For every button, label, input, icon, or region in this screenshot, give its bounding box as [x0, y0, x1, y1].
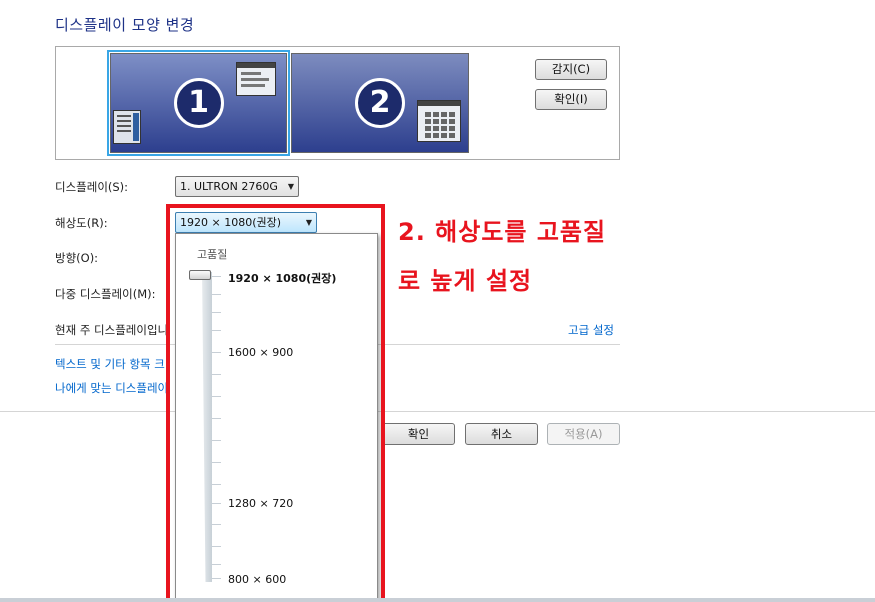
mini-grid-window-icon [417, 100, 461, 142]
annotation-text-line2: 로 높게 설정 [398, 267, 533, 295]
orientation-label: 방향(O): [55, 251, 99, 265]
mini-taskbar-icon [113, 110, 141, 144]
footer-divider [0, 411, 875, 412]
annotation-highlight-box [166, 204, 385, 602]
multiple-displays-label: 다중 디스플레이(M): [55, 287, 156, 301]
monitor-number-1: 1 [173, 78, 224, 128]
cancel-button[interactable]: 취소 [465, 423, 538, 445]
annotation-text-line1: 2. 해상도를 고품질 [398, 218, 607, 246]
monitor-1[interactable]: 1 [107, 50, 290, 156]
monitor-number-2: 2 [355, 78, 405, 128]
identify-button[interactable]: 확인(I) [535, 89, 607, 110]
which-display-link[interactable]: 나에게 맞는 디스플레이 [55, 380, 168, 396]
display-select-value: 1. ULTRON 2760G [180, 180, 278, 193]
monitor-2[interactable]: 2 [291, 53, 469, 153]
text-size-link[interactable]: 텍스트 및 기타 항목 크 [55, 356, 165, 372]
mini-window-icon [236, 62, 276, 96]
resolution-label: 해상도(R): [55, 216, 108, 230]
apply-button[interactable]: 적용(A) [547, 423, 620, 445]
display-select[interactable]: 1. ULTRON 2760G ▼ [175, 176, 299, 197]
page-title: 디스플레이 모양 변경 [55, 16, 195, 34]
advanced-settings-link[interactable]: 고급 설정 [568, 322, 614, 338]
window-bottom-edge [0, 598, 875, 602]
display-label: 디스플레이(S): [55, 180, 129, 194]
primary-display-text: 현재 주 디스플레이입니 [55, 323, 169, 337]
monitor-arrangement: 1 2 감지(C) 확인(I) [55, 46, 620, 160]
ok-button[interactable]: 확인 [382, 423, 455, 445]
detect-button[interactable]: 감지(C) [535, 59, 607, 80]
chevron-down-icon: ▼ [287, 182, 294, 191]
